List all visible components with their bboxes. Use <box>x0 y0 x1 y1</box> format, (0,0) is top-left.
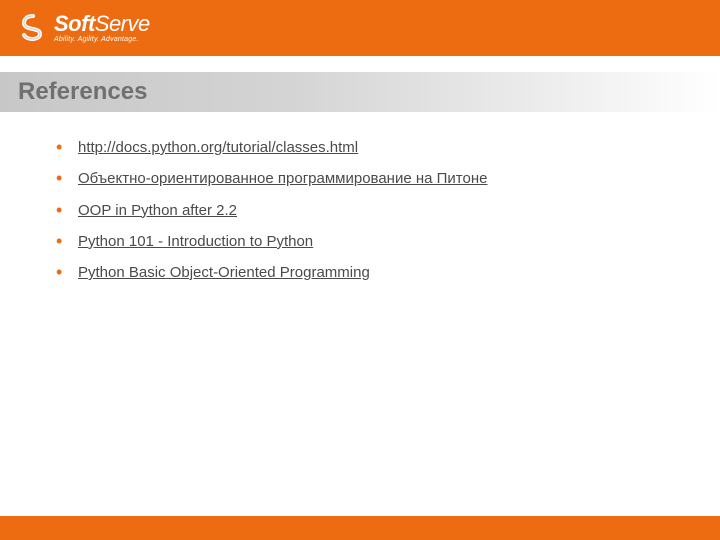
logo-text: SoftServe Ability. Agility. Advantage. <box>54 13 150 43</box>
reference-link[interactable]: Python 101 - Introduction to Python <box>78 233 313 250</box>
references-list: http://docs.python.org/tutorial/classes.… <box>56 138 680 283</box>
list-item: Python Basic Object-Oriented Programming <box>56 263 680 283</box>
page-title: References <box>18 78 147 106</box>
logo-brand-bold: Soft <box>54 11 95 36</box>
logo-tagline: Ability. Agility. Advantage. <box>54 36 150 43</box>
header-gap <box>0 56 720 72</box>
footer-bar <box>0 516 720 540</box>
list-item: Python 101 - Introduction to Python <box>56 232 680 252</box>
reference-link[interactable]: Объектно-ориентированное программировани… <box>78 170 487 187</box>
reference-link[interactable]: http://docs.python.org/tutorial/classes.… <box>78 139 358 156</box>
logo-brand-light: Serve <box>95 11 150 36</box>
reference-link[interactable]: OOP in Python after 2.2 <box>78 202 237 219</box>
list-item: OOP in Python after 2.2 <box>56 201 680 221</box>
title-bar: References <box>0 72 720 112</box>
logo-mark-icon <box>18 13 48 43</box>
reference-link[interactable]: Python Basic Object-Oriented Programming <box>78 264 370 281</box>
header-bar: SoftServe Ability. Agility. Advantage. <box>0 0 720 56</box>
logo: SoftServe Ability. Agility. Advantage. <box>18 13 150 43</box>
list-item: http://docs.python.org/tutorial/classes.… <box>56 138 680 158</box>
logo-brand: SoftServe <box>54 13 150 35</box>
list-item: Объектно-ориентированное программировани… <box>56 169 680 189</box>
content-area: http://docs.python.org/tutorial/classes.… <box>0 112 720 283</box>
